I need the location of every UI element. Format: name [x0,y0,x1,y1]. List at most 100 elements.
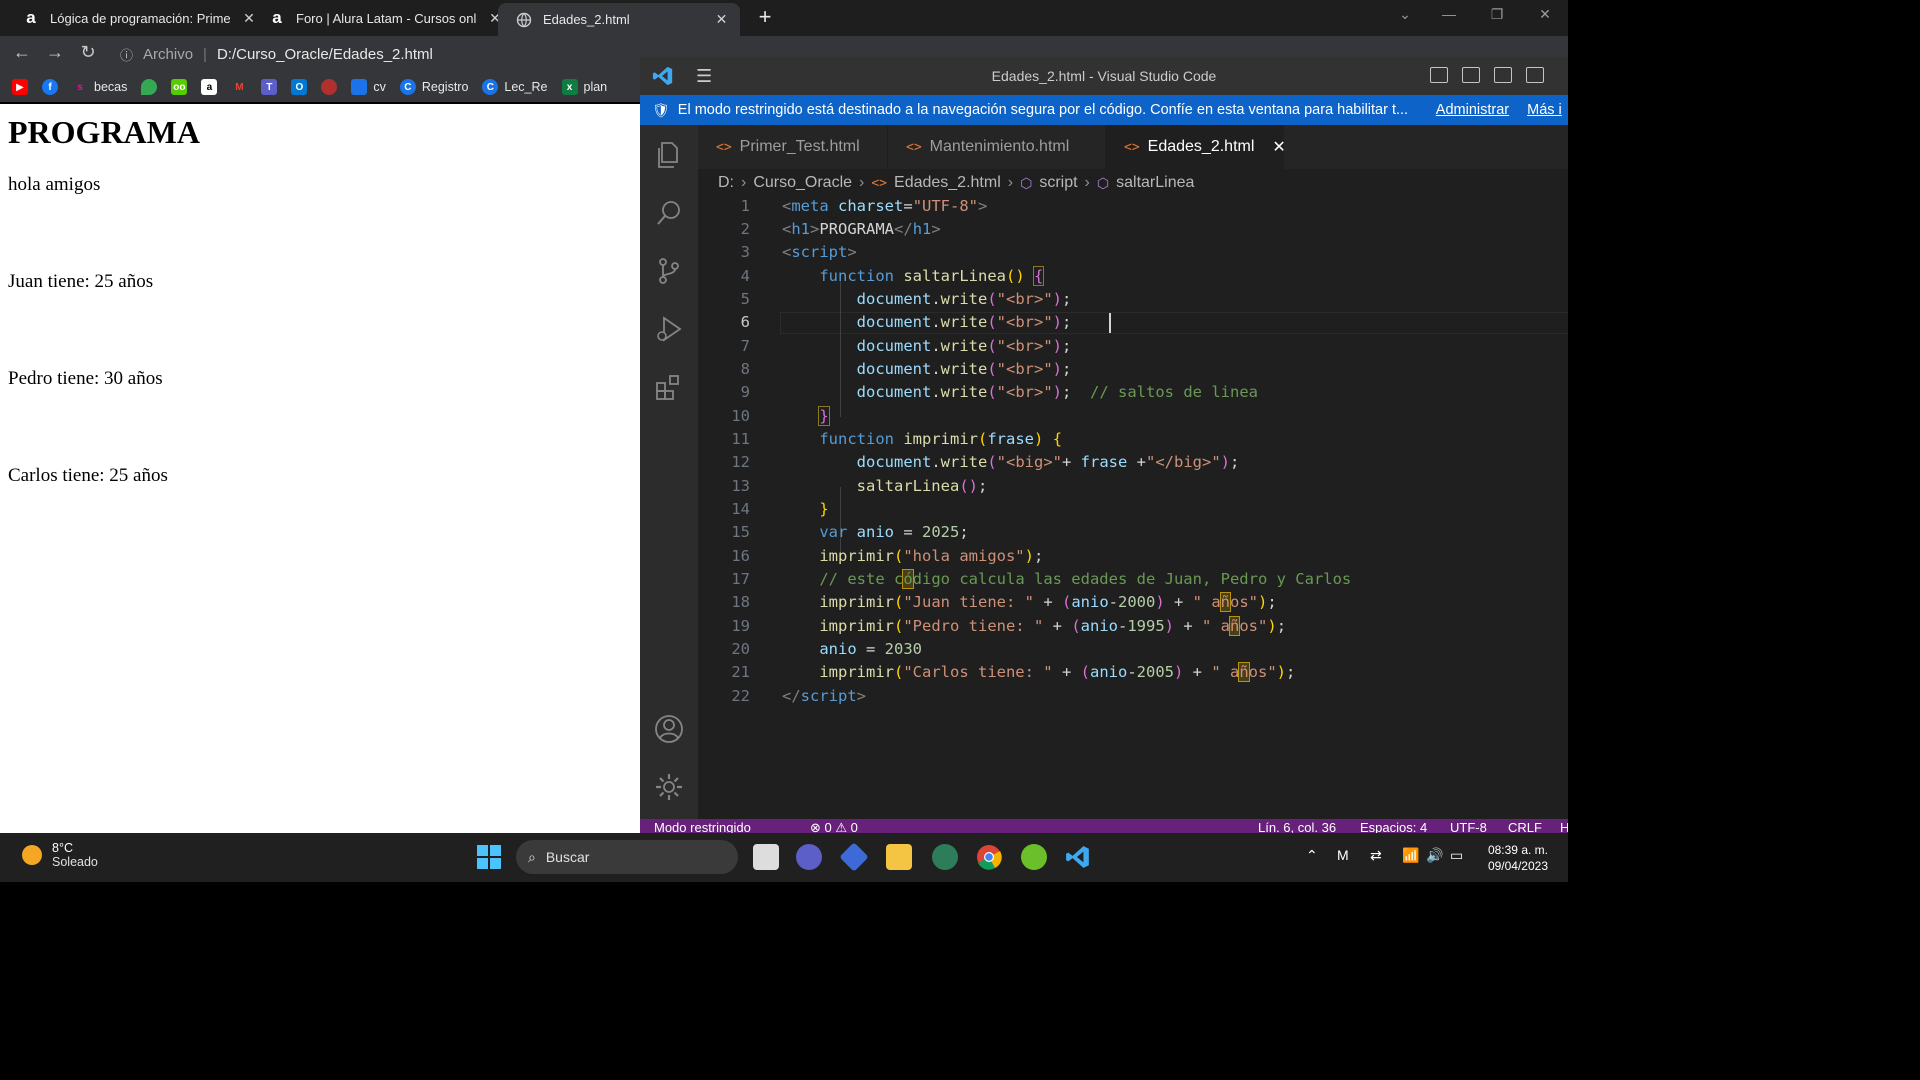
volume-icon[interactable]: 🔊 [1426,847,1443,864]
eol-status[interactable]: CRLF [1508,820,1542,833]
html-file-icon: <> [871,175,888,191]
vscode-taskbar-icon[interactable] [1065,844,1091,870]
wifi-icon[interactable]: 📶 [1402,847,1419,864]
site-icon[interactable] [321,79,338,95]
tab-primer-test[interactable]: <> Primer_Test.html [698,125,888,169]
bookmark-registro[interactable]: C Registro [399,79,468,95]
line-number: 8 [740,360,750,378]
line-number: 15 [731,523,750,541]
problems-status[interactable]: ⊗ 0 ⚠ 0 [810,820,858,833]
back-icon[interactable]: ← [10,42,34,63]
url-text: D:/Curso_Oracle/Edades_2.html [216,45,433,63]
globe-icon [516,11,533,29]
alura-favicon-icon: a [26,8,36,27]
browser-tab-active[interactable]: Edades_2.html ✕ [498,3,740,36]
battery-icon[interactable]: ▭ [1450,847,1463,864]
shield-icon: 🛡 [652,101,670,118]
code-line: } [818,406,830,426]
gmail-icon[interactable]: M [231,79,247,95]
windows-start-icon[interactable] [476,844,502,870]
toggle-sidebar-icon[interactable] [1430,67,1448,83]
close-icon[interactable]: ✕ [713,11,730,28]
duolingo-icon[interactable]: oo [171,79,188,95]
breadcrumb-function[interactable]: saltarLinea [1116,174,1194,192]
code-line: imprimir("hola amigos"); [819,547,1044,565]
clock-date: 09/04/2023 [1487,859,1548,873]
line-number: 10 [731,407,750,425]
toggle-secondary-sidebar-icon[interactable] [1494,67,1512,83]
taskbar-search[interactable]: ⌕ Buscar [516,840,738,874]
settings-gear-icon[interactable] [653,771,685,803]
code-line: // este código calcula las edades de Jua… [819,569,1352,589]
close-window-icon[interactable]: ✕ [1530,6,1560,23]
close-tab-icon[interactable]: ✕ [1272,137,1285,157]
tab-edades-2[interactable]: <> Edades_2.html ✕ [1106,125,1286,169]
app-icon[interactable] [932,844,958,870]
chevron-up-icon[interactable]: ⌃ [1306,847,1318,864]
bookmark-cv[interactable]: cv [351,79,386,95]
tray-app-icon[interactable]: M [1337,847,1349,863]
new-tab-button[interactable]: + [753,4,777,30]
encoding-status[interactable]: UTF-8 [1450,820,1487,833]
toggle-panel-icon[interactable] [1462,67,1480,83]
forward-icon[interactable]: → [43,42,67,63]
breadcrumb-file[interactable]: Edades_2.html [894,174,1001,192]
code-line: anio = 2030 [819,640,922,658]
code-editor[interactable]: 1 2 3 4 5 6 7 8 9 10 11 12 13 14 15 16 17 18 19 20 21 22 <met… [698,197,1568,817]
chrome-icon[interactable] [976,844,1002,870]
manage-link[interactable]: Administrar [1436,102,1509,118]
weather-widget[interactable]: 8°C Soleado [22,841,98,869]
tab-search-icon[interactable]: ⌄ [1390,6,1420,23]
explorer-icon[interactable] [653,139,685,171]
file-explorer-icon[interactable] [886,844,912,870]
youtube-icon[interactable]: ▶ [12,79,28,95]
bookmark-lec-re[interactable]: C Lec_Re [482,79,548,95]
browser-tab[interactable]: a Lógica de programación: Primeros ✕ [4,0,268,36]
search-icon[interactable] [653,197,685,229]
breadcrumb: D: › Curso_Oracle › <> Edades_2.html › ⬡… [718,171,1194,195]
teams-icon[interactable]: T [261,79,278,95]
breadcrumb-drive[interactable]: D: [718,174,734,192]
bookmark-becas[interactable]: s becas [72,79,127,95]
line-number: 22 [731,687,750,705]
cursor-position-status[interactable]: Lín. 6, col. 36 [1258,820,1336,833]
indentation-status[interactable]: Espacios: 4 [1360,820,1427,833]
accounts-icon[interactable] [653,713,685,745]
restricted-mode-status[interactable]: Modo restringido [654,820,751,833]
registro-icon: C [399,79,416,95]
customize-layout-icon[interactable] [1526,67,1544,83]
line-number: 3 [740,243,750,261]
code-line: function imprimir(frase) { [819,430,1063,448]
language-status[interactable]: H [1560,820,1568,833]
tray-app-icon[interactable]: ⇄ [1370,847,1382,864]
facebook-icon[interactable]: f [42,79,58,95]
bookmark-plan[interactable]: x plan [561,79,607,95]
amazon-icon[interactable]: a [201,79,218,95]
page-text-line: hola amigos [8,174,101,195]
sun-icon [22,845,42,865]
editor-tabs: <> Primer_Test.html <> Mantenimiento.htm… [698,125,1568,169]
page-heading: PROGRAMA [8,114,200,150]
info-icon[interactable]: ⓘ [120,45,133,64]
maps-icon[interactable] [141,79,158,95]
extensions-icon[interactable] [653,371,685,403]
source-control-icon[interactable] [653,255,685,287]
clock[interactable]: 08:39 a. m. 09/04/2023 [1488,842,1548,874]
outlook-icon[interactable]: O [291,79,308,95]
minimize-icon[interactable]: — [1434,6,1464,22]
qgis-icon[interactable] [1021,844,1047,870]
run-debug-icon[interactable] [653,313,685,345]
symbol-cube-icon: ⬡ [1096,174,1110,191]
more-info-link[interactable]: Más i [1527,102,1562,118]
breadcrumb-script[interactable]: script [1039,174,1077,192]
tab-mantenimiento[interactable]: <> Mantenimiento.html [888,125,1106,169]
breadcrumb-folder[interactable]: Curso_Oracle [753,174,852,192]
reload-icon[interactable]: ↻ [76,42,100,63]
app-icon[interactable] [839,842,869,872]
browser-tab[interactable]: a Foro | Alura Latam - Cursos online ✕ [250,0,514,36]
restore-icon[interactable]: ❐ [1482,6,1512,23]
chevron-right-icon: › [1084,174,1090,191]
chat-icon[interactable] [796,844,822,870]
line-number: 5 [740,290,750,308]
task-view-icon[interactable] [753,844,779,870]
